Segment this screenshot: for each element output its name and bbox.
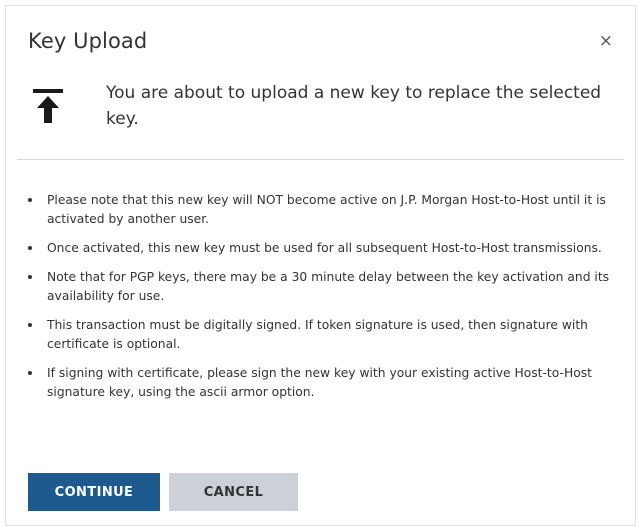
list-item: This transaction must be digitally signe… <box>24 316 614 354</box>
close-icon[interactable]: × <box>599 33 613 50</box>
note-text: Once activated, this new key must be use… <box>47 241 602 255</box>
notes-list: Please note that this new key will NOT b… <box>24 191 614 412</box>
divider <box>17 159 624 160</box>
upload-icon <box>33 89 63 123</box>
note-text: Please note that this new key will NOT b… <box>47 193 606 226</box>
bullet-icon <box>28 198 32 202</box>
intro-text: You are about to upload a new key to rep… <box>106 83 602 129</box>
continue-button[interactable]: CONTINUE <box>28 473 160 511</box>
bullet-icon <box>28 275 32 279</box>
note-text: If signing with certificate, please sign… <box>47 366 592 399</box>
bullet-icon <box>28 371 32 375</box>
note-text: Note that for PGP keys, there may be a 3… <box>47 270 610 303</box>
dialog-title: Key Upload <box>28 29 148 53</box>
key-upload-dialog: Key Upload × You are about to upload a n… <box>5 5 636 526</box>
list-item: Note that for PGP keys, there may be a 3… <box>24 268 614 306</box>
cancel-button[interactable]: CANCEL <box>169 473 298 511</box>
bullet-icon <box>28 323 32 327</box>
note-text: This transaction must be digitally signe… <box>47 318 588 351</box>
bullet-icon <box>28 246 32 250</box>
list-item: If signing with certificate, please sign… <box>24 364 614 402</box>
list-item: Please note that this new key will NOT b… <box>24 191 614 229</box>
list-item: Once activated, this new key must be use… <box>24 239 614 258</box>
